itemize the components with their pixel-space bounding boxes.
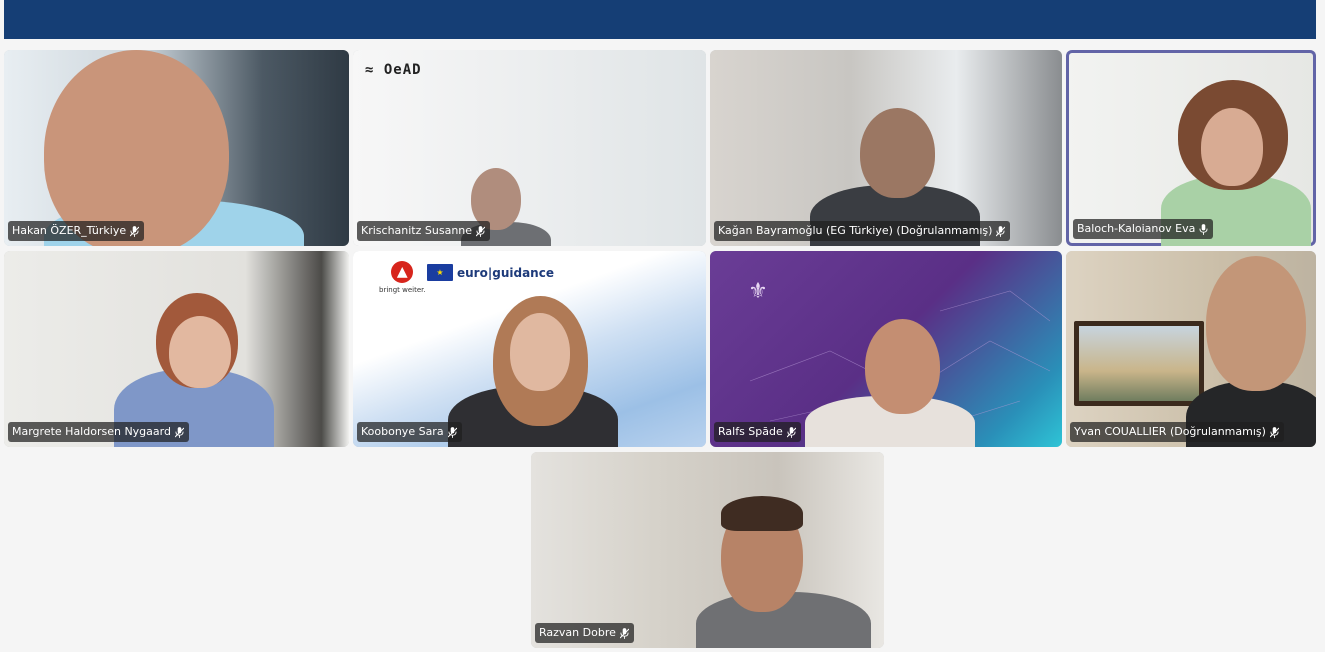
euroguidance-text: euro|guidance: [457, 265, 554, 280]
participant-name: Yvan COUALLIER (Doğrulanmamış): [1074, 425, 1266, 438]
agency-crest-icon: ⚜: [748, 279, 768, 304]
participant-name-label: Kağan Bayramoğlu (EG Türkiye) (Doğrulanm…: [714, 221, 1011, 241]
participant-name: Razvan Dobre: [539, 626, 616, 639]
participant-tile[interactable]: Razvan Dobre: [531, 452, 884, 648]
muted-mic-icon: [619, 627, 629, 639]
employment-agency-logo: ▲ bringt weiter.: [379, 261, 426, 294]
wall-painting-graphic: [1074, 321, 1204, 406]
muted-mic-icon: [786, 426, 796, 438]
participant-name: Ralfs Spāde: [718, 425, 783, 438]
participant-name: Baloch-Kaloianov Eva: [1077, 222, 1196, 235]
participant-name: Krischanitz Susanne: [361, 224, 473, 237]
mic-icon: [1199, 223, 1208, 235]
participant-name-label: Margrete Haldorsen Nygaard: [8, 422, 189, 442]
eu-flag-icon: ★: [427, 264, 453, 281]
agency-mark-icon: ▲: [391, 261, 414, 283]
video-gallery: Hakan ÖZER_Türkiye ≈ OeAD Krischanitz Su…: [0, 0, 1325, 652]
muted-mic-icon: [174, 426, 184, 438]
participant-tile[interactable]: Kağan Bayramoğlu (EG Türkiye) (Doğrulanm…: [710, 50, 1062, 246]
participant-name: Hakan ÖZER_Türkiye: [12, 224, 127, 237]
euroguidance-logo: ★ euro|guidance: [427, 264, 554, 281]
participant-name-label: Hakan ÖZER_Türkiye: [8, 221, 145, 241]
participant-name: Margrete Haldorsen Nygaard: [12, 425, 171, 438]
muted-mic-icon: [996, 225, 1006, 237]
participant-tile[interactable]: ⚜ Ralfs Spāde: [710, 251, 1062, 447]
participant-name-label: Ralfs Spāde: [714, 422, 801, 442]
participant-name-label: Baloch-Kaloianov Eva: [1073, 219, 1214, 239]
muted-mic-icon: [1269, 426, 1279, 438]
muted-mic-icon: [447, 426, 457, 438]
participant-tile[interactable]: Hakan ÖZER_Türkiye: [4, 50, 349, 246]
participant-name: Koobonye Sara: [361, 425, 444, 438]
participant-name-label: Yvan COUALLIER (Doğrulanmamış): [1070, 422, 1284, 442]
muted-mic-icon: [130, 225, 140, 237]
video-background: [353, 50, 706, 246]
participant-tile[interactable]: ≈ OeAD Krischanitz Susanne: [353, 50, 706, 246]
participant-name: Kağan Bayramoğlu (EG Türkiye) (Doğrulanm…: [718, 224, 993, 237]
participant-tile-active[interactable]: Baloch-Kaloianov Eva: [1066, 50, 1316, 246]
participant-name-label: Krischanitz Susanne: [357, 221, 491, 241]
participant-tile[interactable]: ▲ bringt weiter. ★ euro|guidance Koobony…: [353, 251, 706, 447]
oead-logo: ≈ OeAD: [365, 62, 422, 78]
logo-tagline: bringt weiter.: [379, 286, 426, 294]
participant-name-label: Koobonye Sara: [357, 422, 462, 442]
participant-name-label: Razvan Dobre: [535, 623, 634, 643]
muted-mic-icon: [476, 225, 486, 237]
participant-tile[interactable]: Yvan COUALLIER (Doğrulanmamış): [1066, 251, 1316, 447]
participant-tile[interactable]: Margrete Haldorsen Nygaard: [4, 251, 349, 447]
